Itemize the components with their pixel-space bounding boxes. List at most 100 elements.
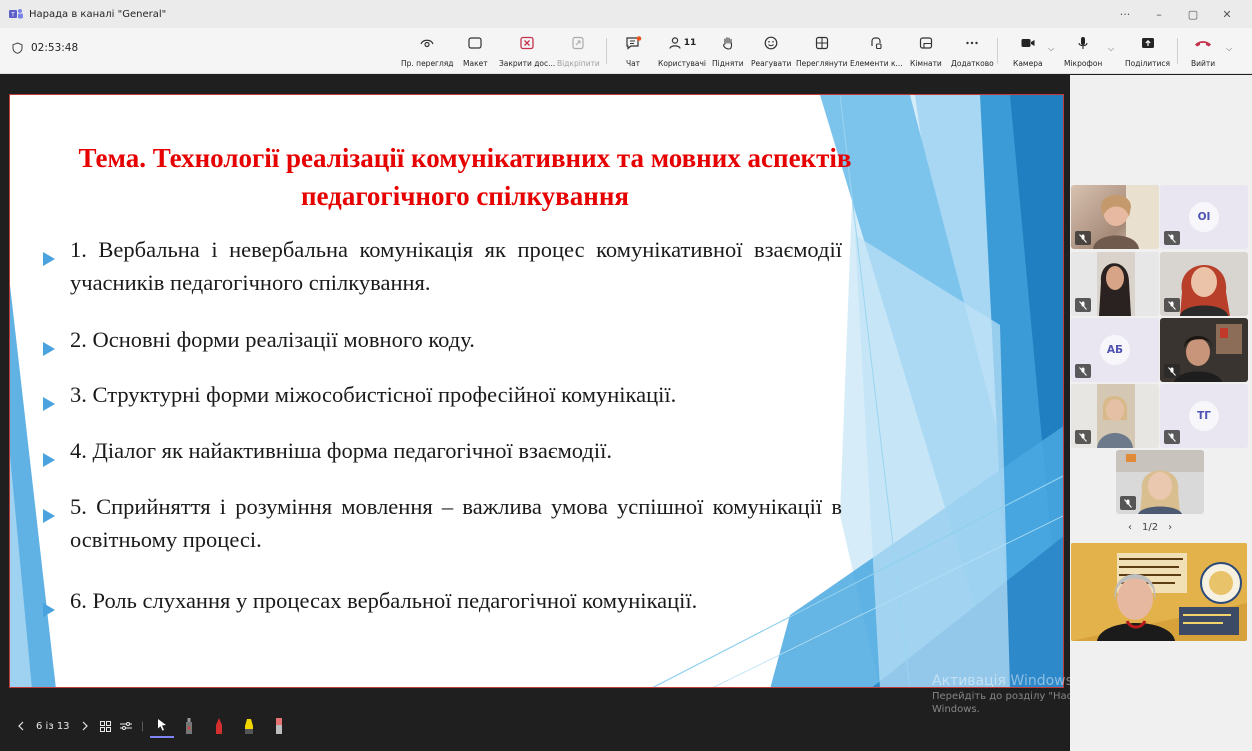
- mic-off-icon: [1075, 231, 1091, 245]
- pager-page-text: 1/2: [1142, 522, 1159, 533]
- leave-options-chevron-icon[interactable]: ⌵: [1226, 44, 1232, 54]
- slide-grid-button[interactable]: [96, 714, 116, 738]
- chat-icon: [626, 36, 642, 50]
- unpin-icon: [572, 36, 585, 50]
- participant-initials-avatar: ОІ: [1189, 202, 1219, 232]
- window-title-bar: T Нарада в каналі "General" ··· – ▢ ✕: [0, 0, 1252, 28]
- chevron-left-icon: [18, 721, 24, 731]
- participant-video-tile[interactable]: [1160, 318, 1248, 382]
- view-button[interactable]: Переглянути: [796, 36, 847, 68]
- share-button[interactable]: Поділитися: [1125, 36, 1170, 68]
- participant-video-tile[interactable]: [1071, 252, 1159, 316]
- meeting-toolbar: 02:53:48 Пр. перегляд Макет Закрити дос.…: [0, 28, 1252, 74]
- chat-button[interactable]: Чат: [624, 36, 642, 68]
- view-grid-icon: [815, 36, 828, 50]
- people-icon: [669, 37, 681, 49]
- bullet-arrow-icon: [42, 434, 70, 476]
- camera-button[interactable]: Камера: [1013, 36, 1043, 68]
- microphone-icon: [1078, 37, 1088, 49]
- microphone-options-chevron-icon[interactable]: ⌵: [1108, 44, 1114, 54]
- mic-off-icon: [1075, 298, 1091, 312]
- presentation-slide: Тема. Технології реалізації комунікативн…: [9, 94, 1064, 688]
- preview-button[interactable]: Пр. перегляд: [401, 36, 454, 68]
- highlighter-button[interactable]: [234, 714, 264, 738]
- toolbar-separator: [997, 38, 998, 64]
- mic-off-icon: [1164, 364, 1180, 378]
- mic-off-icon: [1164, 231, 1180, 245]
- leave-button[interactable]: Вийти: [1191, 36, 1215, 68]
- bullet-arrow-icon: [42, 490, 70, 556]
- red-pen-button[interactable]: [204, 714, 234, 738]
- window-title: Нарада в каналі "General": [29, 8, 167, 20]
- participant-video-tile[interactable]: [1071, 185, 1159, 249]
- mic-off-icon: [1164, 298, 1180, 312]
- slide-bullet-5: 5. Сприйняття і розуміння мовлення – важ…: [42, 490, 842, 556]
- timer-text: 02:53:48: [31, 42, 79, 54]
- shield-icon: [12, 42, 23, 54]
- participant-video-tile[interactable]: [1071, 384, 1159, 448]
- bullet-arrow-icon: [42, 323, 70, 365]
- react-button[interactable]: Реагувати: [751, 36, 791, 68]
- mic-off-icon: [1120, 496, 1136, 510]
- pager-next-chevron-icon[interactable]: ›: [1168, 522, 1172, 533]
- minimize-button[interactable]: –: [1142, 0, 1176, 28]
- preview-eye-icon: [420, 39, 434, 48]
- react-smile-icon: [764, 36, 778, 50]
- laser-pen-button[interactable]: [174, 714, 204, 738]
- hang-up-icon: [1195, 41, 1212, 47]
- pager-prev-chevron-icon[interactable]: ‹: [1128, 522, 1132, 533]
- participant-video-tile[interactable]: [1160, 252, 1248, 316]
- mic-off-icon: [1075, 430, 1091, 444]
- more-options-button[interactable]: ···: [1108, 0, 1142, 28]
- camera-options-chevron-icon[interactable]: ⌵: [1048, 44, 1054, 54]
- participant-avatar-tile[interactable]: ОІ: [1160, 185, 1248, 249]
- layout-button[interactable]: Макет: [463, 36, 488, 68]
- shared-content-stage: Тема. Технології реалізації комунікативн…: [0, 75, 1070, 751]
- red-pen-icon: [215, 718, 222, 734]
- more-icon: [966, 41, 979, 45]
- microphone-button[interactable]: Мікрофон: [1064, 36, 1102, 68]
- close-window-button[interactable]: ✕: [1210, 0, 1244, 28]
- mic-off-icon: [1075, 364, 1091, 378]
- meeting-apps-button[interactable]: Елементи к...: [850, 36, 903, 68]
- next-slide-button[interactable]: [74, 714, 96, 738]
- participants-pager: ‹ 1/2 ›: [1128, 522, 1172, 533]
- participant-avatar-tile[interactable]: ТГ: [1160, 384, 1248, 448]
- slide-page-indicator: 6 із 13: [36, 720, 70, 732]
- slide-bullet-6: 6. Роль слухання у процесах вербальної п…: [42, 584, 842, 626]
- participant-avatar-tile[interactable]: АБ: [1071, 318, 1159, 382]
- participant-video-tile[interactable]: [1116, 450, 1204, 514]
- slide-settings-button[interactable]: [116, 714, 136, 738]
- mic-off-icon: [1164, 430, 1180, 444]
- toolbar-separator: [606, 38, 607, 64]
- maximize-button[interactable]: ▢: [1176, 0, 1210, 28]
- cursor-arrow-icon: [157, 719, 166, 731]
- layout-icon: [468, 37, 482, 49]
- meeting-timer: 02:53:48: [12, 42, 78, 54]
- eraser-icon: [275, 718, 282, 734]
- participant-initials-avatar: ТГ: [1189, 401, 1219, 431]
- rooms-icon: [919, 37, 933, 49]
- raise-hand-icon: [722, 37, 732, 50]
- stop-sharing-button[interactable]: Закрити дос...: [499, 36, 555, 68]
- bullet-arrow-icon: [42, 233, 70, 299]
- chevron-right-icon: [82, 721, 88, 731]
- slide-title: Тема. Технології реалізації комунікативн…: [78, 143, 852, 211]
- sliders-icon: [119, 722, 132, 730]
- participant-count: 11: [683, 38, 697, 48]
- more-actions-button[interactable]: Додатково: [951, 36, 994, 68]
- presenter-controls: 6 із 13 |: [0, 708, 330, 744]
- active-speaker-video[interactable]: [1071, 543, 1247, 641]
- previous-slide-button[interactable]: [10, 714, 32, 738]
- teams-app-icon: T: [9, 8, 23, 20]
- slide-bullet-1: 1. Вербальна і невербальна комунікація я…: [42, 233, 842, 299]
- raise-hand-button[interactable]: Підняти: [712, 36, 744, 68]
- people-button[interactable]: 11 Користувачі: [658, 36, 706, 68]
- rooms-button[interactable]: Кімнати: [910, 36, 942, 68]
- controls-divider: |: [140, 720, 145, 732]
- bullet-arrow-icon: [42, 378, 70, 420]
- unpin-button[interactable]: Відкріпити: [557, 36, 600, 68]
- eraser-button[interactable]: [264, 714, 294, 738]
- slide-bullet-3: 3. Структурні форми міжособистісної проф…: [42, 378, 842, 420]
- pointer-tool-button[interactable]: [149, 714, 174, 738]
